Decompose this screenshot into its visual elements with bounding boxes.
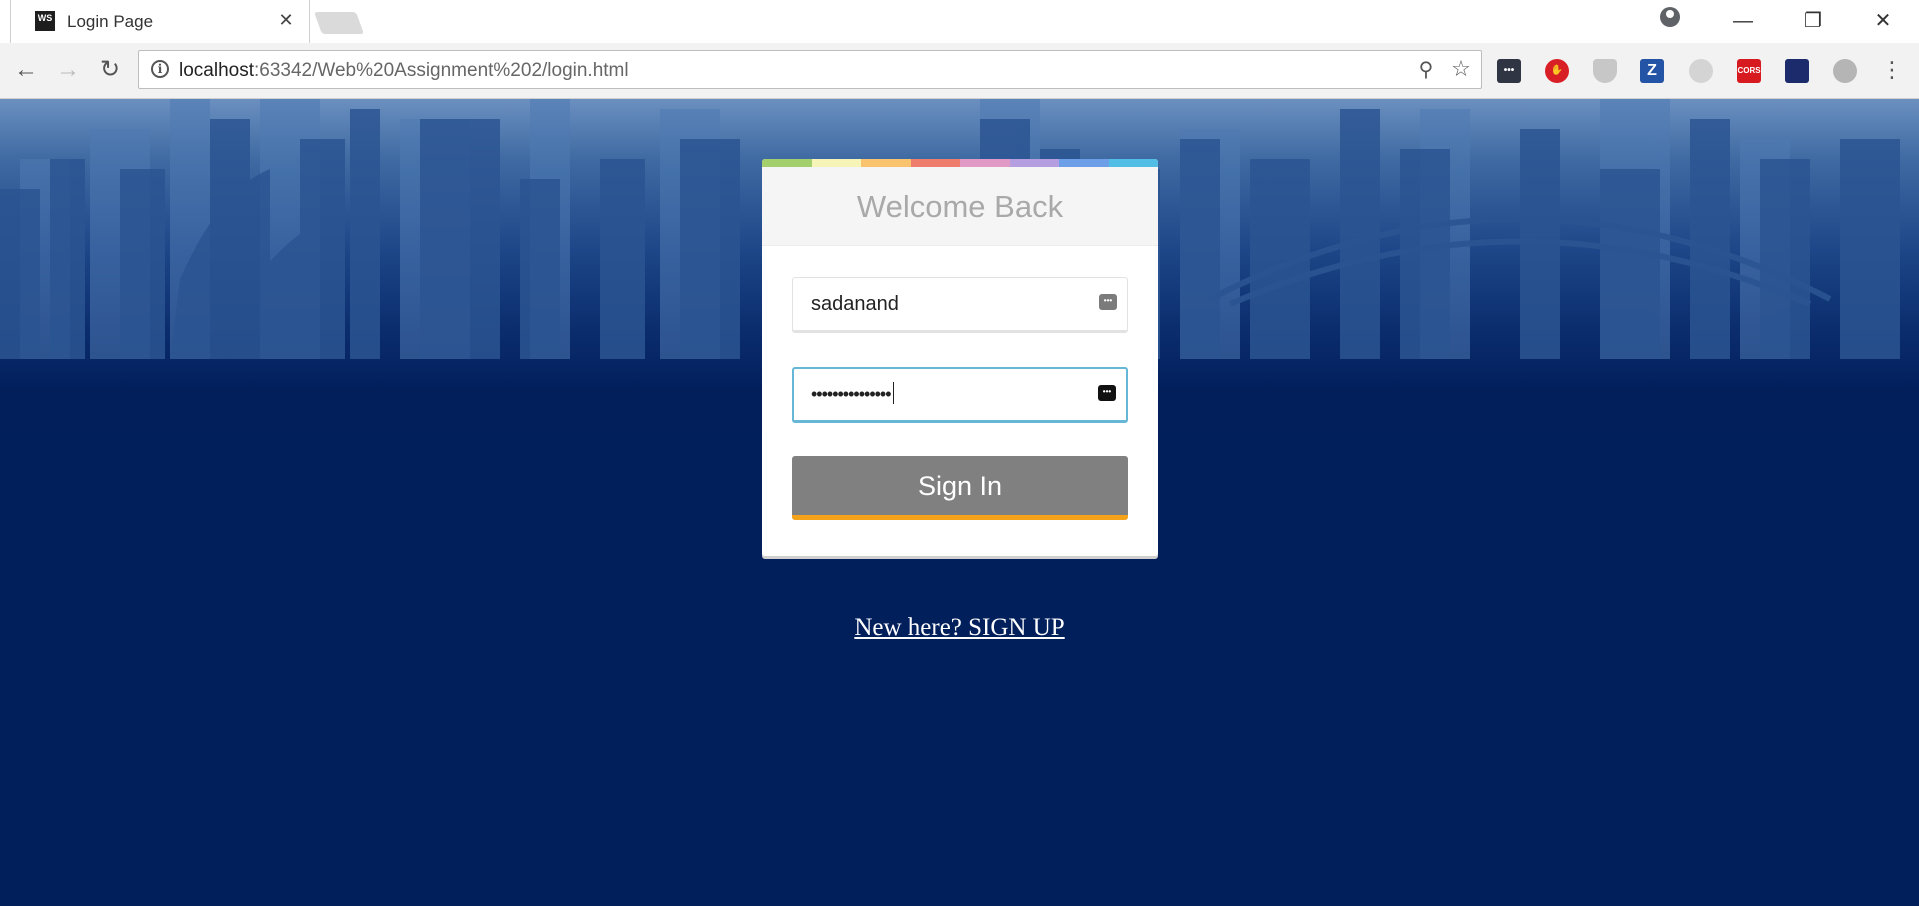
url-text[interactable]: localhost:63342/Web%20Assignment%202/log… bbox=[179, 60, 629, 82]
password-manager-icon[interactable]: ••• bbox=[1099, 294, 1117, 310]
login-card: Welcome Back sadanand ••• ••••••••••••••… bbox=[762, 159, 1158, 556]
browser-toolbar: ← → ↻ i localhost:63342/Web%20Assignment… bbox=[0, 43, 1919, 99]
stripe-segment bbox=[861, 159, 911, 167]
username-field[interactable]: sadanand ••• bbox=[792, 277, 1128, 333]
ext-zotero-icon[interactable]: Z bbox=[1640, 59, 1664, 83]
tab-strip: WS Login Page ✕ — ❐ ✕ bbox=[0, 0, 1919, 44]
text-caret bbox=[892, 382, 894, 404]
page-viewport: Welcome Back sadanand ••• ••••••••••••••… bbox=[0, 99, 1919, 906]
profile-icon[interactable] bbox=[1660, 7, 1680, 27]
sign-in-button[interactable]: Sign In bbox=[792, 456, 1128, 520]
new-tab-button[interactable] bbox=[313, 12, 365, 34]
ext-swirl-icon[interactable] bbox=[1689, 59, 1713, 83]
stripe-segment bbox=[1108, 159, 1158, 167]
ext-adblock-icon[interactable]: ✋ bbox=[1545, 59, 1569, 83]
ext-accessibility-icon[interactable] bbox=[1833, 59, 1857, 83]
username-value: sadanand bbox=[811, 293, 899, 315]
back-arrow-icon[interactable]: ← bbox=[12, 56, 40, 84]
zoom-icon[interactable]: ⚲ bbox=[1415, 59, 1437, 81]
stripe-segment bbox=[1059, 159, 1109, 167]
stripe-segment bbox=[762, 159, 812, 167]
tab-title: Login Page bbox=[67, 12, 154, 31]
stripe-segment bbox=[811, 159, 861, 167]
password-manager-icon[interactable]: ••• bbox=[1098, 385, 1116, 401]
signup-link[interactable]: New here? SIGN UP bbox=[0, 614, 1919, 642]
ext-shield-icon[interactable] bbox=[1593, 59, 1617, 83]
password-dots: ••••••••••••••• bbox=[811, 384, 892, 404]
browser-tab[interactable]: WS Login Page ✕ bbox=[10, 0, 310, 43]
forward-arrow-icon[interactable]: → bbox=[54, 56, 82, 84]
color-stripe bbox=[762, 159, 1158, 167]
card-header: Welcome Back bbox=[762, 167, 1158, 246]
signup-link-text[interactable]: New here? SIGN UP bbox=[854, 614, 1064, 641]
restore-button[interactable]: ❐ bbox=[1798, 6, 1828, 36]
chrome-menu-icon[interactable]: ⋮ bbox=[1880, 57, 1904, 83]
minimize-button[interactable]: — bbox=[1728, 6, 1758, 36]
password-field[interactable]: ••••••••••••••• ••• bbox=[792, 367, 1128, 423]
close-window-button[interactable]: ✕ bbox=[1868, 6, 1898, 36]
site-info-icon[interactable]: i bbox=[151, 60, 169, 78]
password-value: ••••••••••••••• bbox=[811, 382, 894, 405]
ext-cors-icon[interactable]: CORS bbox=[1737, 59, 1761, 83]
stripe-segment bbox=[910, 159, 960, 167]
url-path: :63342/Web%20Assignment%202/login.html bbox=[254, 60, 629, 81]
stripe-segment bbox=[1009, 159, 1059, 167]
url-host: localhost bbox=[179, 60, 254, 81]
tab-close-icon[interactable]: ✕ bbox=[275, 9, 297, 31]
address-bar[interactable]: i localhost:63342/Web%20Assignment%202/l… bbox=[138, 50, 1482, 89]
stripe-segment bbox=[960, 159, 1010, 167]
webstorm-favicon-icon: WS bbox=[35, 11, 55, 31]
reload-icon[interactable]: ↻ bbox=[96, 56, 124, 84]
ext-lastpass-icon[interactable]: ••• bbox=[1497, 59, 1521, 83]
bookmark-star-icon[interactable]: ☆ bbox=[1449, 57, 1473, 81]
ext-palette-icon[interactable] bbox=[1785, 59, 1809, 83]
login-title: Welcome Back bbox=[856, 189, 1064, 224]
